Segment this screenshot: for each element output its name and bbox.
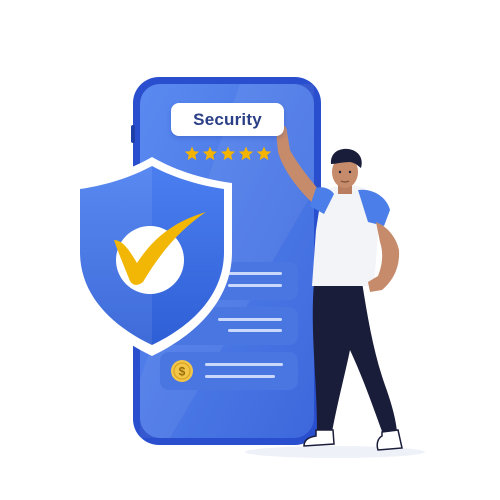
list-line [205,375,275,378]
right-shoe [376,429,403,451]
list-line [228,284,282,287]
phone-side-button [131,125,135,143]
list-item: $ [160,352,298,390]
dollar-sign: $ [179,365,186,379]
illustration-svg: $ [72,77,425,458]
person-eye [338,170,342,174]
list-line [228,329,282,332]
security-title-pill: Security [171,103,284,136]
list-line [205,363,283,366]
page-title: Security [193,109,262,129]
illustration-canvas: $ Security [0,0,500,500]
person-pants [312,282,397,434]
list-line [218,318,282,321]
person-eye [348,170,352,174]
